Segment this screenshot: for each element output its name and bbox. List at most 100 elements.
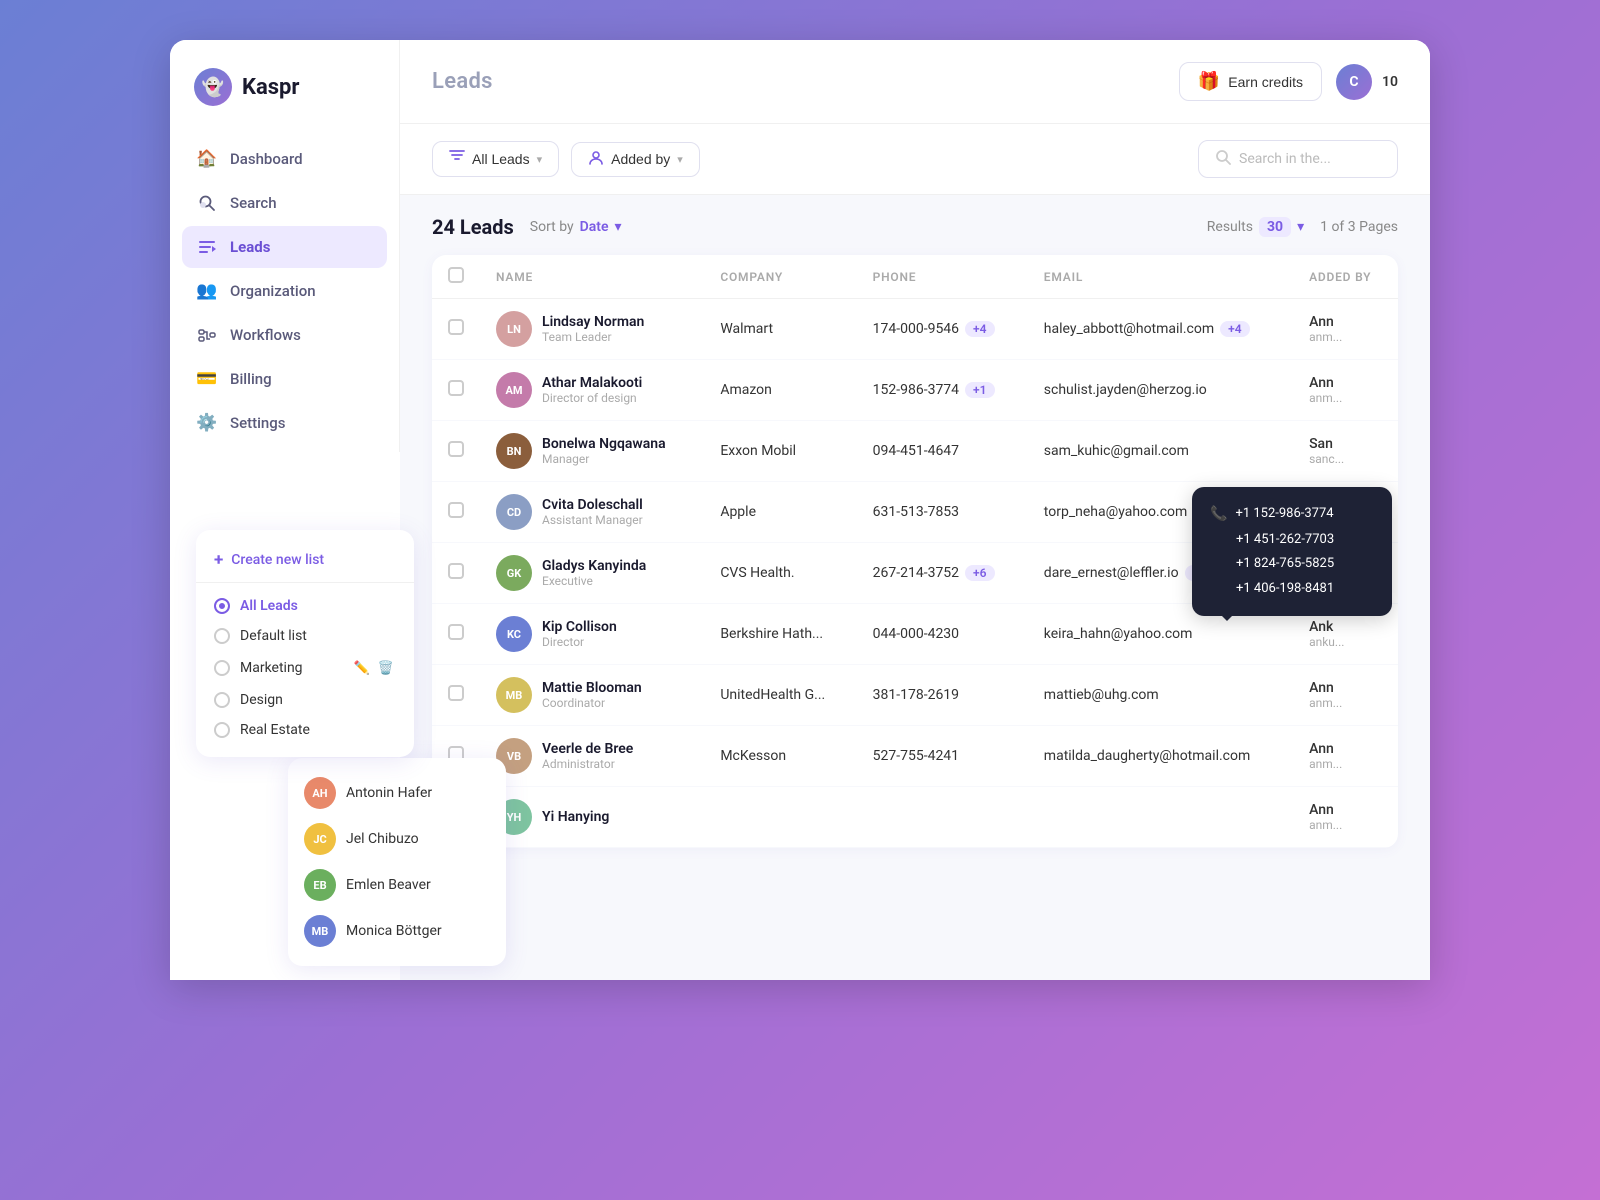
added-by-name: Ann: [1309, 741, 1382, 757]
plus-icon: +: [214, 550, 223, 570]
table-row[interactable]: YH Yi Hanying Ann anm...: [432, 787, 1398, 848]
company-cell: Exxon Mobil: [704, 421, 856, 482]
user-name: Antonin Hafer: [346, 785, 432, 801]
logo-emoji: 👻: [202, 77, 224, 98]
leads-area: 24 Leads Sort by Date ▾ Results 30 ▾ 1 o…: [400, 195, 1430, 980]
sidebar-item-settings[interactable]: ⚙️ Settings: [182, 402, 387, 444]
leads-icon: [196, 236, 218, 258]
name-cell: AM Athar Malakooti Director of design: [480, 360, 704, 421]
list-item-default-list[interactable]: Default list: [196, 621, 414, 651]
results-chevron-icon: ▾: [1297, 219, 1304, 235]
added-by-name: Ann: [1309, 314, 1382, 330]
email-address: torp_neha@yahoo.com: [1044, 504, 1188, 520]
email-extra-badge[interactable]: +4: [1220, 321, 1249, 337]
lead-title: Coordinator: [542, 696, 642, 710]
user-row-eb[interactable]: EB Emlen Beaver: [304, 862, 490, 908]
all-leads-filter-button[interactable]: All Leads ▾: [432, 141, 559, 177]
company-cell: Walmart: [704, 299, 856, 360]
added-by-info: Ann anm...: [1309, 314, 1382, 344]
earn-credits-button[interactable]: 🎁 Earn credits: [1179, 62, 1322, 101]
email-cell: sam_kuhic@gmail.com: [1028, 421, 1293, 482]
sidebar-item-billing[interactable]: 💳 Billing: [182, 358, 387, 400]
sort-date-button[interactable]: Date: [580, 219, 609, 235]
row-checkbox-cell: [432, 604, 480, 665]
added-by-name: Ann: [1309, 375, 1382, 391]
user-row-ah[interactable]: AH Antonin Hafer: [304, 770, 490, 816]
phone-number: 381-178-2619: [873, 687, 959, 703]
sidebar-item-organization[interactable]: 👥 Organization: [182, 270, 387, 312]
user-row-mb[interactable]: MB Monica Böttger: [304, 908, 490, 954]
company-cell: [704, 787, 856, 848]
list-item-real-estate[interactable]: Real Estate: [196, 715, 414, 745]
create-new-list-button[interactable]: + Create new list: [196, 544, 414, 582]
row-checkbox-cell: [432, 543, 480, 604]
phone-tooltip: 📞 +1 152-986-3774 +1 451-262-7703 +1 824…: [1192, 487, 1392, 616]
row-checkbox[interactable]: [448, 380, 464, 396]
select-all-checkbox[interactable]: [448, 267, 464, 283]
list-item-marketing[interactable]: Marketing ✏️ 🗑️: [196, 651, 414, 685]
sidebar-nav: 🏠 Dashboard Search: [170, 130, 399, 452]
phone-number: 631-513-7853: [873, 504, 959, 520]
search-box[interactable]: Search in the...: [1198, 140, 1398, 178]
phone-extra-badge[interactable]: +6: [965, 565, 994, 581]
credits-count: 10: [1382, 74, 1398, 90]
email-address: schulist.jayden@herzog.io: [1044, 382, 1207, 398]
sidebar-item-workflows[interactable]: Workflows: [182, 314, 387, 356]
table-header-row: NAME COMPANY PHONE EMAIL ADDED BY: [432, 255, 1398, 299]
user-avatar-jc: JC: [304, 823, 336, 855]
row-checkbox[interactable]: [448, 319, 464, 335]
workflows-icon: [196, 324, 218, 346]
table-row[interactable]: VB Veerle de Bree Administrator McKesson…: [432, 726, 1398, 787]
name-cell: LN Lindsay Norman Team Leader: [480, 299, 704, 360]
row-checkbox[interactable]: [448, 563, 464, 579]
phone-cell: [857, 787, 1028, 848]
company-cell: Berkshire Hath...: [704, 604, 856, 665]
delete-list-button[interactable]: 🗑️: [376, 658, 396, 678]
person-icon: [588, 151, 604, 168]
lead-title: Assistant Manager: [542, 513, 643, 527]
row-checkbox[interactable]: [448, 441, 464, 457]
row-checkbox-cell: [432, 421, 480, 482]
name-cell: MB Mattie Blooman Coordinator: [480, 665, 704, 726]
phone-extra-badge[interactable]: +4: [965, 321, 994, 337]
table-row[interactable]: BN Bonelwa Ngqawana Manager Exxon Mobil0…: [432, 421, 1398, 482]
row-checkbox[interactable]: [448, 685, 464, 701]
email-cell: matilda_daugherty@hotmail.com: [1028, 726, 1293, 787]
user-row-jc[interactable]: JC Jel Chibuzo: [304, 816, 490, 862]
user-name: Emlen Beaver: [346, 877, 431, 893]
sidebar-item-search[interactable]: Search: [182, 182, 387, 224]
lead-title: Team Leader: [542, 330, 644, 344]
main-content: Leads 🎁 Earn credits C 10: [400, 40, 1430, 980]
list-item-design[interactable]: Design: [196, 685, 414, 715]
results-count: Results 30 ▾: [1207, 217, 1304, 237]
company-cell: Apple: [704, 482, 856, 543]
page-title: Leads: [432, 69, 493, 94]
added-by-filter-button[interactable]: Added by ▾: [571, 142, 700, 177]
lead-name: Yi Hanying: [542, 809, 609, 825]
phone-number: 174-000-9546: [873, 321, 959, 337]
tooltip-phone-2: +1 451-262-7703: [1210, 528, 1374, 553]
phone-cell: 381-178-2619: [857, 665, 1028, 726]
sidebar-item-label: Workflows: [230, 326, 301, 344]
sidebar-item-dashboard[interactable]: 🏠 Dashboard: [182, 138, 387, 180]
radio-real-estate: [214, 722, 230, 738]
row-checkbox[interactable]: [448, 624, 464, 640]
table-row[interactable]: AM Athar Malakooti Director of design Am…: [432, 360, 1398, 421]
phone-number: 094-451-4647: [873, 443, 959, 459]
sidebar-item-leads[interactable]: Leads: [182, 226, 387, 268]
phone-number: 152-986-3774: [873, 382, 959, 398]
edit-list-button[interactable]: ✏️: [352, 658, 372, 678]
user-badge: C: [1336, 64, 1372, 100]
phone-cell: 094-451-4647: [857, 421, 1028, 482]
phone-extra-badge[interactable]: +1: [965, 382, 994, 398]
added-by-cell: Ann anm...: [1293, 665, 1398, 726]
list-item-all-leads[interactable]: All Leads: [196, 591, 414, 621]
col-email: EMAIL: [1028, 255, 1293, 299]
app-logo: 👻 Kaspr: [170, 40, 399, 130]
table-row[interactable]: MB Mattie Blooman Coordinator UnitedHeal…: [432, 665, 1398, 726]
table-row[interactable]: LN Lindsay Norman Team Leader Walmart 174…: [432, 299, 1398, 360]
row-checkbox[interactable]: [448, 502, 464, 518]
name-cell: CD Cvita Doleschall Assistant Manager: [480, 482, 704, 543]
company-cell: CVS Health.: [704, 543, 856, 604]
phone-icon: 📞: [1210, 501, 1227, 528]
